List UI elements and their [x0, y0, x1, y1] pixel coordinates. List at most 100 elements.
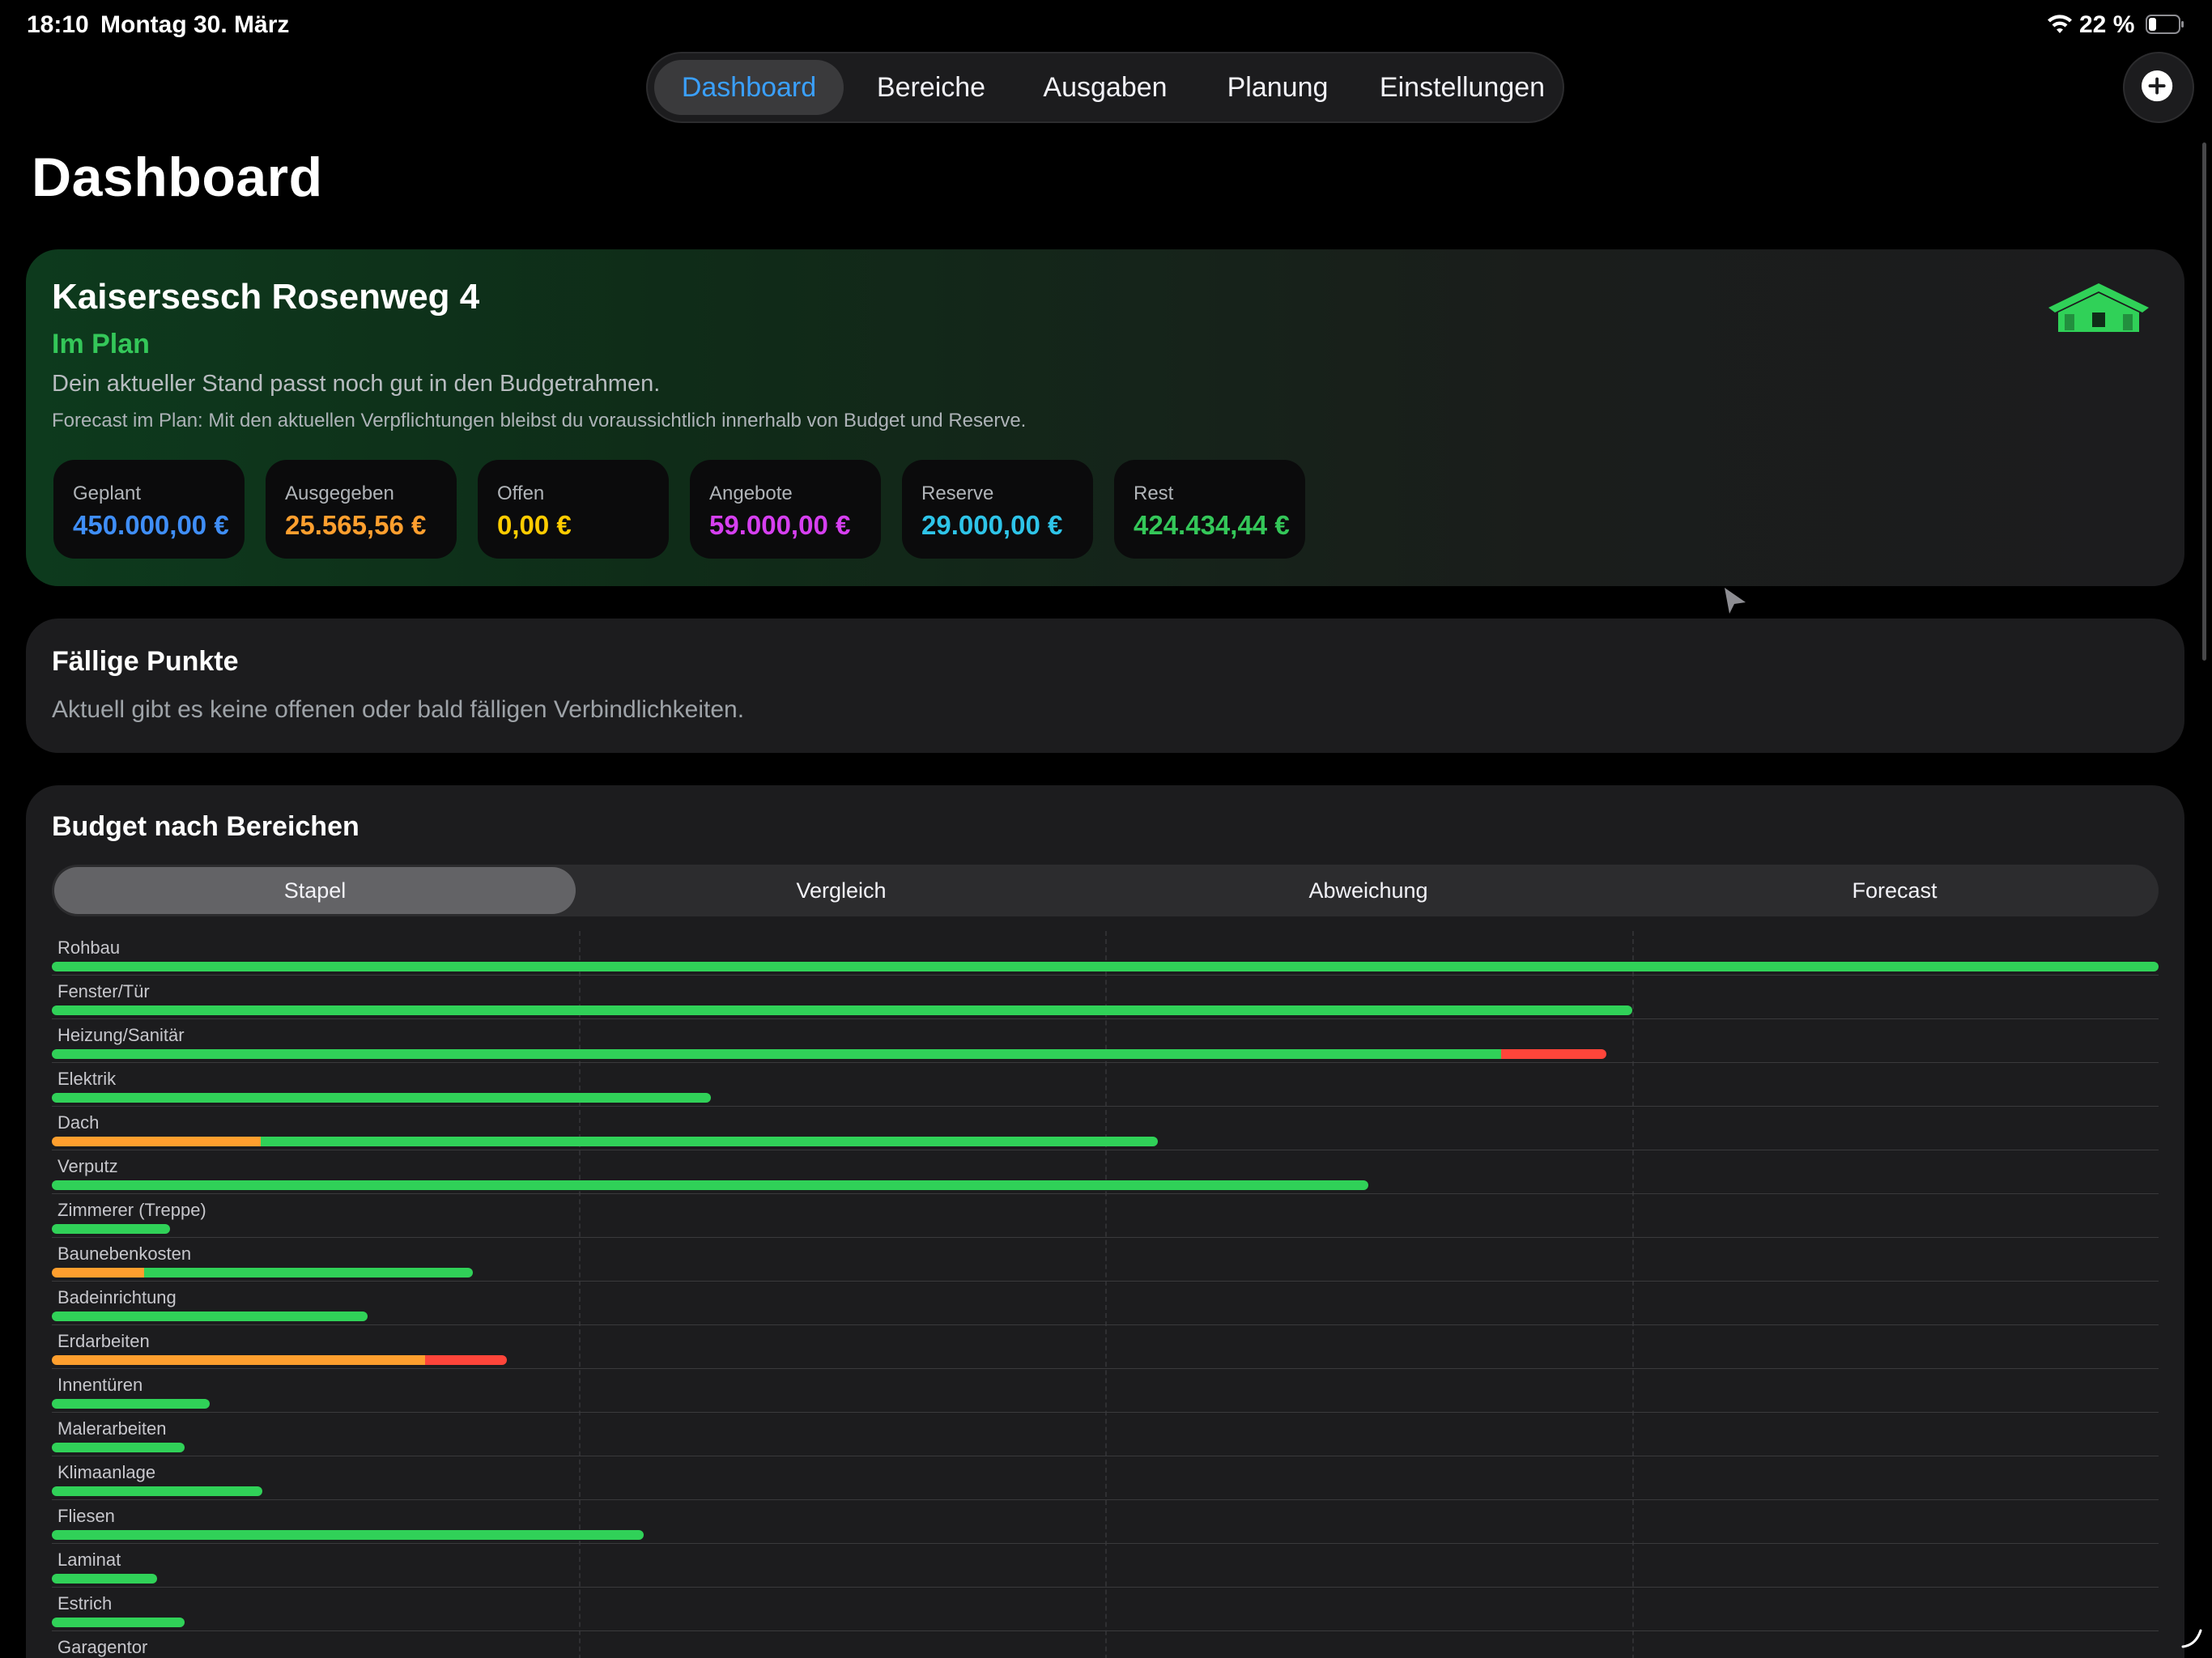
chart-row: Verputz — [52, 1150, 2159, 1194]
chart-bar-segment — [52, 1312, 368, 1321]
segment-abweichung[interactable]: Abweichung — [1105, 865, 1631, 916]
status-bar: 18:10 Montag 30. März 22 % — [0, 0, 2212, 50]
chart-bar-segment — [52, 1486, 262, 1496]
chart-bar-segment — [52, 1093, 711, 1103]
kpi-value: 450.000,00 € — [73, 510, 229, 540]
top-tab-bar: Dashboard Bereiche Ausgaben Planung Eins… — [646, 52, 1564, 123]
project-summary-card: Kaisersesch Rosenweg 4 Im Plan Dein aktu… — [26, 249, 2184, 586]
chart-category-label: Malerarbeiten — [57, 1418, 167, 1439]
chart-row: Badeinrichtung — [52, 1281, 2159, 1325]
due-empty-text: Aktuell gibt es keine offenen oder bald … — [52, 696, 745, 723]
chart-row: Fliesen — [52, 1499, 2159, 1544]
kpi-angebote: Angebote 59.000,00 € — [690, 460, 881, 559]
chart-bar-segment — [1501, 1049, 1606, 1059]
chart-bar-segment — [52, 1005, 1632, 1015]
kpi-label: Offen — [497, 483, 545, 504]
chart-category-label: Badeinrichtung — [57, 1287, 177, 1307]
chart-row: Zimmerer (Treppe) — [52, 1193, 2159, 1238]
chart-category-label: Baunebenkosten — [57, 1244, 192, 1264]
chart-row: Malerarbeiten — [52, 1412, 2159, 1456]
status-time: 18:10 — [27, 11, 89, 38]
kpi-reserve: Reserve 29.000,00 € — [902, 460, 1093, 559]
kpi-offen: Offen 0,00 € — [478, 460, 669, 559]
kpi-ausgegeben: Ausgegeben 25.565,56 € — [266, 460, 457, 559]
kpi-value: 0,00 € — [497, 510, 572, 540]
kpi-value: 424.434,44 € — [1134, 510, 1290, 540]
chart-bar-segment — [52, 1355, 425, 1365]
resize-corner-icon — [2181, 1629, 2202, 1648]
chart-category-label: Klimaanlage — [57, 1462, 156, 1482]
chart-bar-segment — [52, 1618, 185, 1627]
chart-bar-segment — [52, 1224, 170, 1234]
project-name: Kaisersesch Rosenweg 4 — [52, 277, 480, 317]
chart-category-label: Zimmerer (Treppe) — [57, 1200, 206, 1220]
chart-row: Erdarbeiten — [52, 1324, 2159, 1369]
chart-bar-segment — [52, 1049, 1501, 1059]
chart-row: Estrich — [52, 1587, 2159, 1631]
kpi-label: Ausgegeben — [285, 483, 394, 504]
chart-category-label: Verputz — [57, 1156, 118, 1176]
chart-category-label: Innentüren — [57, 1375, 143, 1395]
chart-row: Dach — [52, 1106, 2159, 1150]
chart-category-label: Elektrik — [57, 1069, 117, 1089]
chart-bar-segment — [52, 1399, 210, 1409]
chart-bar-segment — [52, 1530, 644, 1540]
scrollbar[interactable] — [2202, 142, 2206, 661]
kpi-value: 25.565,56 € — [285, 510, 427, 540]
chart-bar-segment — [261, 1137, 1158, 1146]
chart-category-label: Fliesen — [57, 1506, 115, 1526]
chart-bar-segment — [52, 962, 2159, 971]
battery-icon — [2146, 15, 2184, 34]
project-status: Im Plan — [52, 329, 150, 359]
chart-bar-segment — [52, 1443, 185, 1452]
chart-row: Laminat — [52, 1543, 2159, 1588]
chart-bar-segment — [144, 1268, 473, 1278]
project-forecast: Forecast im Plan: Mit den aktuellen Verp… — [52, 410, 1027, 432]
chart-row: Innentüren — [52, 1368, 2159, 1413]
chart-category-label: Dach — [57, 1112, 100, 1133]
battery-percent: 22 % — [2079, 11, 2135, 38]
budget-card: Budget nach Bereichen Stapel Vergleich A… — [26, 785, 2184, 1658]
chart-row: Baunebenkosten — [52, 1237, 2159, 1282]
chart-row: Fenster/Tür — [52, 975, 2159, 1019]
tab-dashboard[interactable]: Dashboard — [654, 60, 844, 115]
kpi-geplant: Geplant 450.000,00 € — [53, 460, 245, 559]
kpi-value: 29.000,00 € — [921, 510, 1063, 540]
tab-bereiche[interactable]: Bereiche — [850, 60, 1012, 115]
kpi-label: Reserve — [921, 483, 994, 504]
tab-planung[interactable]: Planung — [1197, 60, 1359, 115]
plus-circle-icon — [2142, 70, 2173, 102]
kpi-value: 59.000,00 € — [709, 510, 851, 540]
chart-row: Garagentor — [52, 1630, 2159, 1658]
segment-stapel[interactable]: Stapel — [54, 867, 576, 914]
chart-category-label: Heizung/Sanitär — [57, 1025, 185, 1045]
house-icon — [2048, 283, 2149, 332]
chart-mode-segmented-control: Stapel Vergleich Abweichung Forecast — [52, 865, 2159, 916]
tab-ausgaben[interactable]: Ausgaben — [1020, 60, 1190, 115]
kpi-rest: Rest 424.434,44 € — [1114, 460, 1305, 559]
page-title: Dashboard — [32, 147, 323, 208]
status-date: Montag 30. März — [100, 11, 290, 38]
pointer-cursor-icon — [1725, 588, 1746, 614]
segment-forecast[interactable]: Forecast — [1631, 865, 2158, 916]
chart-category-label: Erdarbeiten — [57, 1331, 150, 1351]
tab-einstellungen[interactable]: Einstellungen — [1365, 60, 1559, 115]
budget-bar-chart: Rohbau Fenster/Tür Heizung/Sanitär Elektrik… — [52, 931, 2159, 1658]
chart-category-label: Fenster/Tür — [57, 981, 150, 1001]
kpi-label: Rest — [1134, 483, 1174, 504]
segment-vergleich[interactable]: Vergleich — [578, 865, 1104, 916]
project-subtitle: Dein aktueller Stand passt noch gut in d… — [52, 371, 661, 397]
chart-bar-segment — [52, 1268, 144, 1278]
chart-bar-segment — [52, 1574, 157, 1584]
chart-row: Heizung/Sanitär — [52, 1018, 2159, 1063]
due-title: Fällige Punkte — [52, 646, 239, 677]
chart-category-label: Rohbau — [57, 937, 121, 958]
kpi-label: Geplant — [73, 483, 142, 504]
chart-row: Klimaanlage — [52, 1456, 2159, 1500]
chart-row: Elektrik — [52, 1062, 2159, 1107]
chart-category-label: Garagentor — [57, 1637, 148, 1657]
kpi-label: Angebote — [709, 483, 793, 504]
add-button[interactable] — [2123, 52, 2194, 123]
wifi-icon — [2048, 15, 2072, 33]
dashboard-page: 18:10 Montag 30. März 22 % Dashboard Ber… — [0, 0, 2212, 1658]
